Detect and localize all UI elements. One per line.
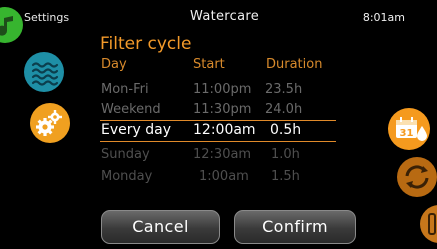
row-duration: 23.5h: [265, 82, 303, 97]
confirm-button[interactable]: Confirm: [234, 210, 356, 244]
side-device-icon[interactable]: [419, 204, 437, 244]
row-start: 12:00am: [193, 122, 256, 138]
page-title: Filter cycle: [100, 34, 192, 54]
row-duration: 1.0h: [271, 147, 300, 162]
cancel-button[interactable]: Cancel: [101, 210, 220, 244]
row-start: 1:00am: [199, 169, 249, 184]
settings-label[interactable]: Settings: [24, 11, 69, 24]
cycle-row-selected[interactable]: Every day 12:00am 0.5h: [100, 120, 336, 142]
row-day: Weekend: [101, 102, 161, 117]
cycle-row[interactable]: Monday 1:00am 1.5h: [100, 167, 336, 187]
water-waves-icon[interactable]: [23, 51, 65, 93]
row-duration: 0.5h: [270, 122, 302, 138]
clock-time: 8:01am: [362, 11, 405, 24]
column-header-day: Day: [101, 57, 127, 72]
row-day: Every day: [101, 122, 171, 138]
gear-icon[interactable]: [29, 102, 71, 144]
row-start: 11:30pm: [193, 102, 252, 117]
row-day: Monday: [101, 169, 153, 184]
row-day: Sunday: [101, 147, 150, 162]
row-start: 12:30am: [193, 147, 252, 162]
calendar-day-number: 31: [400, 128, 414, 139]
row-duration: 24.0h: [265, 102, 303, 117]
recycle-refresh-icon[interactable]: [396, 156, 437, 197]
screen-title: Watercare: [190, 9, 260, 24]
cycle-row[interactable]: Sunday 12:30am 1.0h: [100, 145, 336, 165]
row-duration: 1.5h: [271, 169, 300, 184]
top-bar: Settings Watercare 8:01am: [0, 0, 437, 24]
cycle-row[interactable]: Mon-Fri 11:00pm 23.5h: [100, 80, 336, 100]
row-start: 11:00pm: [193, 82, 252, 97]
row-day: Mon-Fri: [101, 82, 149, 97]
cycle-row[interactable]: Weekend 11:30pm 24.0h: [100, 100, 336, 120]
column-header-duration: Duration: [266, 57, 323, 72]
column-header-start: Start: [193, 57, 225, 72]
calendar-drop-icon[interactable]: 31: [387, 107, 431, 151]
watercare-screen: Settings Watercare 8:01am Filter cycle D…: [0, 0, 437, 249]
